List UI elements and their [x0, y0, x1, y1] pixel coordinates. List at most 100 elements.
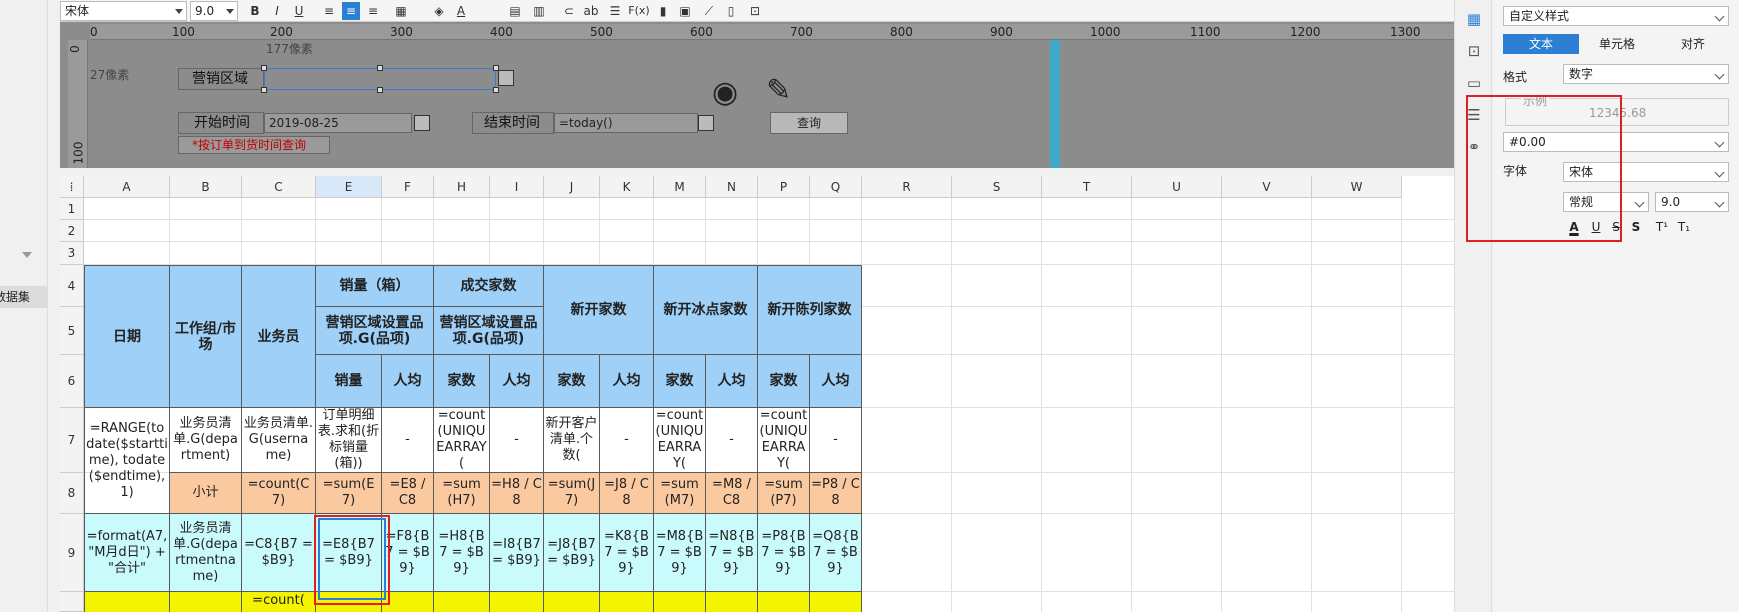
merge-cells-icon[interactable]: ▤	[506, 2, 524, 20]
cell-q10[interactable]	[810, 592, 862, 612]
row-header[interactable]: 9	[60, 514, 84, 592]
cell-b8[interactable]: 小计	[170, 473, 242, 514]
cell-h9[interactable]: =H8{B7 = $B9}	[434, 514, 490, 592]
pencil-icon[interactable]: ✎	[766, 76, 791, 106]
column-header[interactable]: J	[544, 176, 600, 198]
header-group[interactable]: 工作组/市场	[170, 265, 242, 408]
style-select[interactable]: 自定义样式	[1503, 6, 1729, 26]
cell-h10[interactable]	[434, 592, 490, 612]
column-header[interactable]: N	[706, 176, 758, 198]
shadow-button[interactable]: S	[1627, 218, 1645, 236]
header-rj[interactable]: 人均	[810, 355, 862, 408]
cell-h8[interactable]: =sum(H7)	[434, 473, 490, 514]
column-header[interactable]: C	[242, 176, 316, 198]
align-left-icon[interactable]: ≡	[320, 2, 338, 20]
bold-button[interactable]: B	[246, 2, 264, 20]
header-newdisplay[interactable]: 新开陈列家数	[758, 265, 862, 355]
start-date-input[interactable]: 2019-08-25	[264, 113, 412, 133]
cell-e7[interactable]: 订单明细表.求和(折标销量(箱))	[316, 408, 382, 473]
row-header[interactable]: 6	[60, 355, 84, 408]
font-family-select[interactable]: 宋体	[60, 1, 187, 21]
column-header[interactable]: S	[952, 176, 1042, 198]
tab-text[interactable]: 文本	[1503, 34, 1579, 54]
header-deal-sub[interactable]: 营销区域设置品项.G(品项)	[434, 307, 544, 355]
cell-b10[interactable]	[170, 592, 242, 612]
align-right-icon[interactable]: ≡	[364, 2, 382, 20]
row-header[interactable]: 8	[60, 473, 84, 514]
cell-p8[interactable]: =sum(P7)	[758, 473, 810, 514]
cell-a7[interactable]: =RANGE(todate($starttime), todate($endti…	[84, 408, 170, 514]
row-header[interactable]: 2	[60, 220, 84, 242]
tab-align[interactable]: 对齐	[1655, 34, 1731, 54]
superscript-button[interactable]: T¹	[1653, 218, 1671, 236]
cell-k10[interactable]	[600, 592, 654, 612]
column-header[interactable]: T	[1042, 176, 1132, 198]
row-header[interactable]: 1	[60, 198, 84, 220]
cell-n7[interactable]: -	[706, 408, 758, 473]
header-rj[interactable]: 人均	[490, 355, 544, 408]
column-header[interactable]: Q	[810, 176, 862, 198]
row-header[interactable]: 7	[60, 408, 84, 473]
slash-icon[interactable]: ⟋	[700, 2, 718, 20]
cell-f7[interactable]: -	[382, 408, 434, 473]
cell-properties-icon[interactable]: ▦	[1465, 10, 1483, 28]
subscript-button[interactable]: T₁	[1675, 218, 1693, 236]
fill-page-icon[interactable]: ▯	[722, 2, 740, 20]
row-header[interactable]	[60, 592, 84, 612]
cell-b9[interactable]: 业务员清单.G(departmentname)	[170, 514, 242, 592]
link-icon[interactable]: ⊂	[560, 2, 578, 20]
column-header[interactable]: M	[654, 176, 706, 198]
cell-c8[interactable]: =count(C7)	[242, 473, 316, 514]
header-js[interactable]: 家数	[758, 355, 810, 408]
header-newfrozen[interactable]: 新开冰点家数	[654, 265, 758, 355]
cell-i9[interactable]: =I8{B7 = $B9}	[490, 514, 544, 592]
cell-p10[interactable]	[758, 592, 810, 612]
header-rj[interactable]: 人均	[600, 355, 654, 408]
resize-handle[interactable]	[377, 65, 383, 71]
cell-b7[interactable]: 业务员清单.G(department)	[170, 408, 242, 473]
cell-m8[interactable]: =sum(M7)	[654, 473, 706, 514]
column-header[interactable]: W	[1312, 176, 1402, 198]
border-icon[interactable]: ▦	[392, 2, 410, 20]
header-js[interactable]: 家数	[654, 355, 706, 408]
header-salesman[interactable]: 业务员	[242, 265, 316, 408]
header-xl[interactable]: 销量	[316, 355, 382, 408]
column-header[interactable]: V	[1222, 176, 1312, 198]
italic-button[interactable]: I	[268, 2, 286, 20]
column-header[interactable]: A	[84, 176, 170, 198]
dataset-item[interactable]: 数据集	[0, 286, 47, 308]
header-js[interactable]: 家数	[544, 355, 600, 408]
cell-j8[interactable]: =sum(J7)	[544, 473, 600, 514]
header-rj[interactable]: 人均	[382, 355, 434, 408]
column-header[interactable]: H	[434, 176, 490, 198]
header-rj[interactable]: 人均	[706, 355, 758, 408]
cell-i10[interactable]	[490, 592, 544, 612]
cell-i7[interactable]: -	[490, 408, 544, 473]
row-header[interactable]: 3	[60, 242, 84, 265]
calendar-icon[interactable]	[414, 115, 430, 131]
cell-p9[interactable]: =P8{B7 = $B9}	[758, 514, 810, 592]
cell-p7[interactable]: =count(UNIQUEARRAY(	[758, 408, 810, 473]
cell-border-icon[interactable]: ⊡	[746, 2, 764, 20]
cell-f8[interactable]: =E8 / C8	[382, 473, 434, 514]
calendar-icon[interactable]	[698, 115, 714, 131]
row-header[interactable]: 5	[60, 307, 84, 355]
cell-j9[interactable]: =J8{B7 = $B9}	[544, 514, 600, 592]
cell-m10[interactable]	[654, 592, 706, 612]
align-center-icon[interactable]: ≡	[342, 2, 360, 20]
cell-n10[interactable]	[706, 592, 758, 612]
cell-k7[interactable]: -	[600, 408, 654, 473]
cell-c10[interactable]: =count(	[242, 592, 316, 612]
header-volume[interactable]: 销量（箱）	[316, 265, 434, 307]
header-js[interactable]: 家数	[434, 355, 490, 408]
column-header[interactable]: E	[316, 176, 382, 198]
paragraph-icon[interactable]: ☰	[606, 2, 624, 20]
eye-slash-icon[interactable]: ◉	[712, 78, 738, 108]
cell-e8[interactable]: =sum(E7)	[316, 473, 382, 514]
header-deal[interactable]: 成交家数	[434, 265, 544, 307]
header-volume-sub[interactable]: 营销区域设置品项.G(品项)	[316, 307, 434, 355]
underline-button[interactable]: U	[290, 2, 308, 20]
column-header[interactable]: P	[758, 176, 810, 198]
resize-handle[interactable]	[261, 87, 267, 93]
query-button[interactable]: 查询	[770, 112, 848, 134]
